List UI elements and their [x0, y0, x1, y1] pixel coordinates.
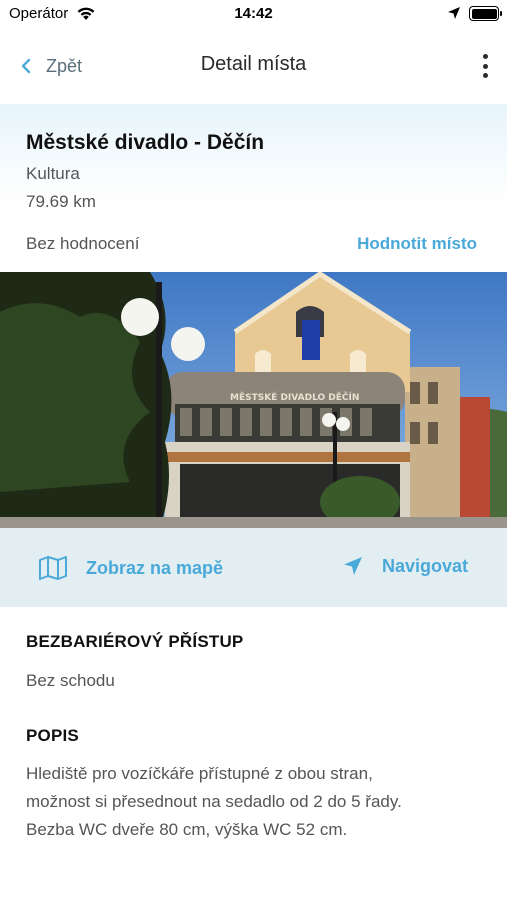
description-heading: POPIS	[26, 726, 79, 745]
more-options-button[interactable]	[481, 54, 489, 78]
battery-icon	[469, 6, 502, 21]
rate-place-button[interactable]: Hodnotit místo	[357, 234, 477, 254]
accessibility-value: Bez schodu	[26, 671, 115, 690]
description-text: Hlediště pro vozíčkáře přístupné z obou …	[26, 760, 486, 844]
navigate-label: Navigovat	[382, 555, 469, 576]
navigation-bar: Zpět Detail místa	[0, 28, 507, 104]
description-line: Hlediště pro vozíčkáře přístupné z obou …	[26, 764, 373, 783]
place-name: Městské divadlo - Děčín	[26, 131, 265, 154]
more-dot-icon	[482, 54, 488, 59]
show-on-map-button[interactable]: Zobraz na mapě	[38, 555, 223, 581]
page-title: Detail místa	[200, 53, 307, 75]
place-photo: MĚSTSKÉ DIVADLO DĚČÍN	[0, 272, 507, 528]
status-bar: Operátor 14:42	[0, 0, 507, 28]
building-sign: MĚSTSKÉ DIVADLO DĚČÍN	[230, 391, 359, 403]
clock: 14:42	[234, 5, 273, 22]
location-arrow-icon	[448, 7, 460, 19]
description-line: možnost si přesednout na sedadlo od 2 do…	[26, 792, 402, 811]
accessibility-heading: BEZBARIÉROVÝ PŘÍSTUP	[26, 632, 244, 651]
show-on-map-label: Zobraz na mapě	[86, 557, 224, 578]
rating-status: Bez hodnocení	[26, 234, 140, 253]
theatre-building-image: MĚSTSKÉ DIVADLO DĚČÍN	[0, 272, 507, 528]
more-dot-icon	[482, 73, 488, 78]
map-icon	[39, 556, 67, 580]
more-dot-icon	[482, 63, 488, 69]
place-category: Kultura	[26, 164, 80, 183]
action-bar: Zobraz na mapě Navigovat	[0, 528, 507, 607]
navigation-arrow-icon	[344, 557, 362, 575]
navigate-button[interactable]: Navigovat	[342, 555, 468, 577]
place-header: Městské divadlo - Děčín Kultura 79.69 km…	[0, 104, 507, 272]
place-distance: 79.69 km	[26, 192, 96, 211]
description-line: Bezba WC dveře 80 cm, výška WC 52 cm.	[26, 820, 348, 839]
